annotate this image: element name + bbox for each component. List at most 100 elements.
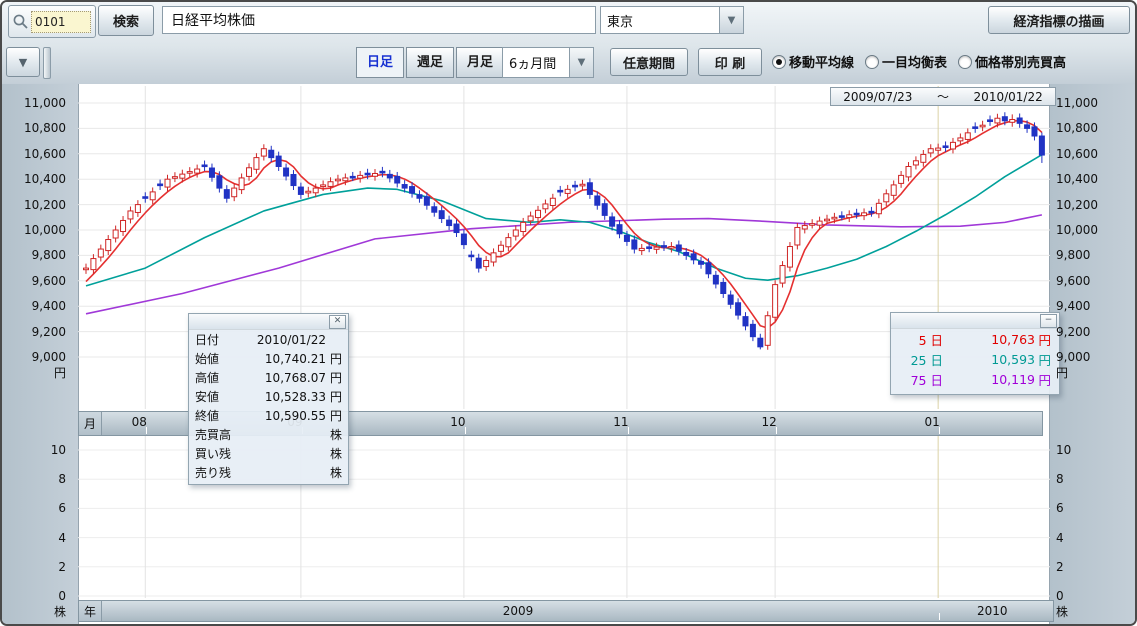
custom-period-button[interactable]: 任意期間 — [610, 48, 688, 76]
price-tick-label: 9,000 — [1056, 350, 1116, 364]
month-axis-header: 月 — [79, 412, 102, 435]
radio-label: 移動平均線 — [789, 52, 854, 71]
price-tick-label: 10,800 — [2, 121, 66, 135]
chevron-down-icon: ▼ — [19, 56, 27, 69]
expand-panel-button[interactable]: ▼ — [6, 47, 40, 77]
volume-tick-label: 8 — [2, 472, 66, 486]
price-tick-label: 11,000 — [1056, 96, 1116, 110]
print-button[interactable]: 印 刷 — [698, 48, 762, 76]
volume-tick-label: 4 — [1056, 531, 1116, 545]
price-tick-label: 9,200 — [2, 325, 66, 339]
year-boundary-tick — [939, 613, 940, 620]
radio-label: 一目均衡表 — [882, 52, 947, 71]
legend-row: 25 日10,593円 — [891, 349, 1059, 369]
instrument-name-input[interactable] — [162, 6, 596, 34]
tab-1[interactable]: 週足 — [406, 47, 454, 78]
volume-axis-unit: 株 — [1056, 605, 1116, 619]
year-axis-header: 年 — [79, 601, 102, 621]
price-tick-label: 9,800 — [1056, 248, 1116, 262]
price-tick-label: 9,000 — [2, 350, 66, 364]
radio-1[interactable]: 一目均衡表 — [865, 52, 947, 71]
date-range-box: 2009/07/23 ～ 2010/01/22 — [830, 87, 1056, 106]
radio-icon — [865, 55, 879, 69]
month-tick-label: 11 — [607, 415, 635, 429]
tooltip-row: 買い残株 — [189, 444, 348, 463]
price-tick-label: 11,000 — [2, 96, 66, 110]
tooltip-row: 安値10,528.33円 — [189, 387, 348, 406]
tooltip-row: 売買高株 — [189, 425, 348, 444]
chevron-down-icon[interactable]: ▼ — [569, 48, 593, 77]
price-tick-label: 10,000 — [1056, 223, 1116, 237]
stock-chart-window: 検索 東京 ▼ 経済指標の描画 ▼ 日足週足月足 6ヵ月間 ▼ 任意期間 印 刷… — [0, 0, 1137, 626]
tooltip-row: 始値10,740.21円 — [189, 349, 348, 368]
price-tick-label: 10,400 — [1056, 172, 1116, 186]
price-axis-unit: 円 — [2, 366, 66, 380]
month-tick-mark — [146, 427, 147, 434]
code-input[interactable] — [31, 11, 91, 33]
radio-icon — [772, 55, 786, 69]
ma-legend-panel: − 5 日10,763円25 日10,593円75 日10,119円 — [890, 312, 1060, 395]
month-tick-label: 12 — [755, 415, 783, 429]
month-tick-label: 10 — [444, 415, 472, 429]
volume-tick-label: 6 — [1056, 501, 1116, 515]
market-select[interactable]: 東京 ▼ — [600, 6, 744, 34]
chevron-down-icon[interactable]: ▼ — [719, 7, 743, 33]
price-tick-label: 10,200 — [1056, 198, 1116, 212]
tab-2[interactable]: 月足 — [456, 47, 504, 78]
volume-tick-label: 2 — [2, 560, 66, 574]
tooltip-row: 終値10,590.55円 — [189, 406, 348, 425]
month-tick-mark — [465, 427, 466, 434]
volume-tick-label: 4 — [2, 531, 66, 545]
price-tick-label: 10,000 — [2, 223, 66, 237]
code-search-group — [8, 5, 96, 38]
price-tick-label: 9,400 — [2, 299, 66, 313]
year-axis-bar: 年 20092010 — [78, 600, 1054, 622]
legend-row: 75 日10,119円 — [891, 369, 1059, 389]
toolbar: 検索 東京 ▼ 経済指標の描画 ▼ 日足週足月足 6ヵ月間 ▼ 任意期間 印 刷… — [2, 2, 1135, 85]
price-tick-label: 10,800 — [1056, 121, 1116, 135]
period-select-value: 6ヵ月間 — [503, 53, 569, 72]
price-tick-label: 10,600 — [1056, 147, 1116, 161]
date-range-separator: ～ — [937, 88, 949, 105]
tooltip-row: 日付2010/01/22 — [189, 330, 348, 349]
volume-tick-label: 0 — [1056, 589, 1116, 603]
close-icon[interactable]: ✕ — [329, 315, 346, 329]
legend-header: − — [891, 313, 1059, 329]
volume-axis-unit: 株 — [2, 605, 66, 619]
radio-label: 価格帯別売買高 — [975, 52, 1066, 71]
tooltip-row: 売り残株 — [189, 463, 348, 482]
month-tick-mark — [939, 427, 940, 434]
draw-economic-indicator-button[interactable]: 経済指標の描画 — [988, 6, 1130, 34]
volume-tick-label: 8 — [1056, 472, 1116, 486]
radio-icon — [958, 55, 972, 69]
volume-tick-label: 10 — [1056, 443, 1116, 457]
tooltip-row: 高値10,768.07円 — [189, 368, 348, 387]
price-tick-label: 9,800 — [2, 248, 66, 262]
date-range-end: 2010/01/22 — [974, 90, 1043, 104]
legend-rows: 5 日10,763円25 日10,593円75 日10,119円 — [891, 329, 1059, 389]
search-icon — [12, 13, 29, 30]
price-tick-label: 9,600 — [1056, 274, 1116, 288]
market-select-value: 東京 — [601, 11, 719, 30]
month-tick-mark — [628, 427, 629, 434]
volume-tick-label: 0 — [2, 589, 66, 603]
radio-2[interactable]: 価格帯別売買高 — [958, 52, 1066, 71]
price-tick-label: 10,600 — [2, 147, 66, 161]
minimize-icon[interactable]: − — [1040, 314, 1057, 328]
year-tick-label: 2009 — [503, 604, 531, 618]
price-axis-unit: 円 — [1056, 366, 1116, 380]
price-tick-label: 10,400 — [2, 172, 66, 186]
month-tick-label: 01 — [918, 415, 946, 429]
radio-0[interactable]: 移動平均線 — [772, 52, 854, 71]
volume-tick-label: 10 — [2, 443, 66, 457]
tab-0[interactable]: 日足 — [356, 47, 404, 78]
period-select[interactable]: 6ヵ月間 ▼ — [502, 47, 594, 78]
search-button[interactable]: 検索 — [98, 5, 154, 36]
price-tick-label: 10,200 — [2, 198, 66, 212]
price-tick-label: 9,400 — [1056, 299, 1116, 313]
timeframe-tabs: 日足週足月足 — [354, 47, 504, 78]
tooltip-header: ✕ — [189, 314, 348, 330]
price-tick-label: 9,600 — [2, 274, 66, 288]
legend-row: 5 日10,763円 — [891, 329, 1059, 349]
tooltip-rows: 日付2010/01/22始値10,740.21円高値10,768.07円安値10… — [189, 330, 348, 482]
